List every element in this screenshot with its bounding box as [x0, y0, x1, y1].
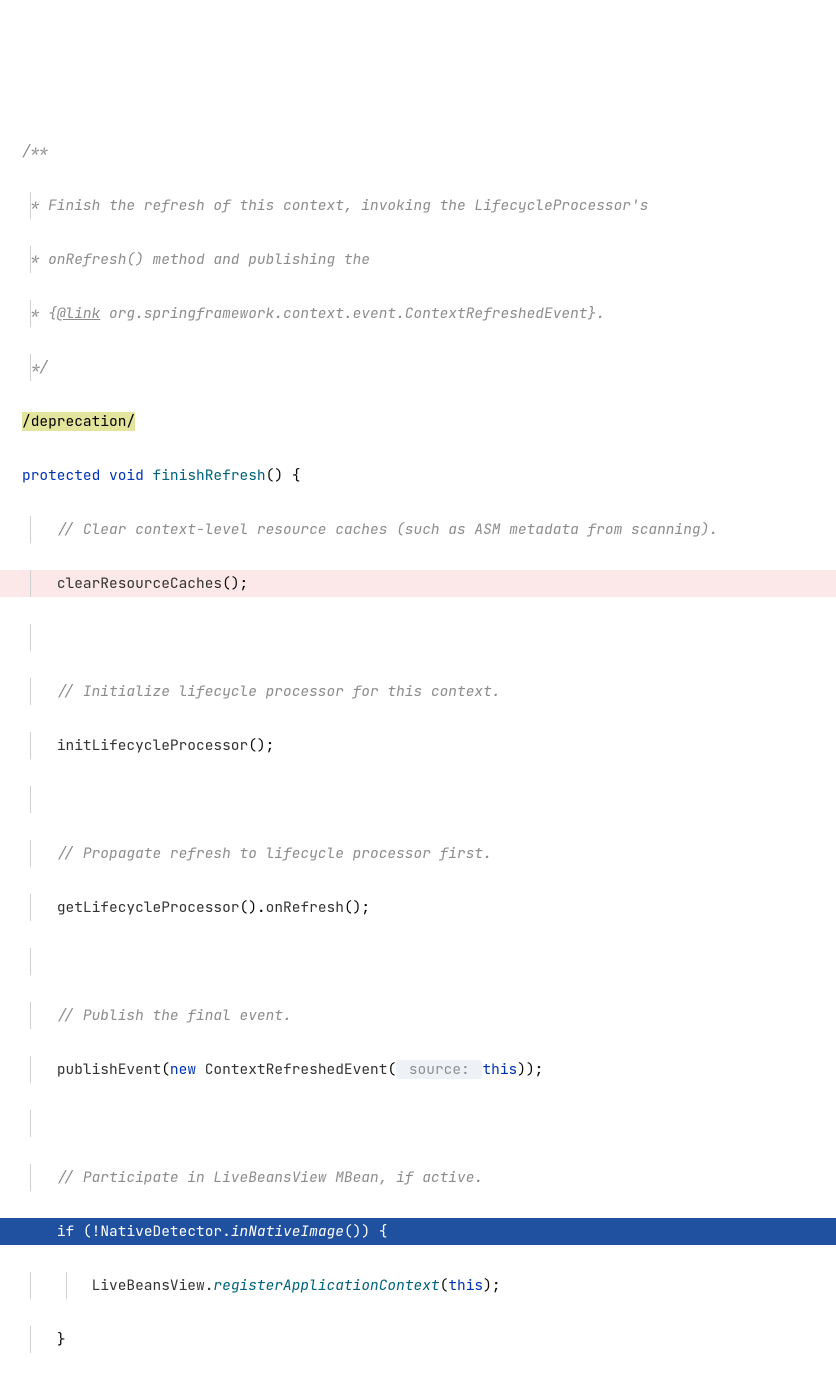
keyword-protected: protected	[22, 466, 100, 485]
doc-text: * Finish the refresh of this context, in…	[22, 196, 648, 215]
code-line: initLifecycleProcessor();	[0, 732, 836, 759]
static-method: registerApplicationContext	[213, 1276, 439, 1295]
doc-ref: org.springframework.context.event.Contex…	[100, 304, 587, 323]
static-method: inNativeImage	[231, 1222, 344, 1241]
param-hint: source:	[396, 1060, 482, 1079]
method-call: clearResourceCaches	[57, 574, 222, 593]
punct: (	[161, 1060, 170, 1079]
method-call: onRefresh	[266, 898, 344, 917]
punct: ));	[517, 1060, 543, 1079]
doc-text: }.	[588, 304, 605, 323]
blank-line	[0, 1110, 836, 1137]
punct: () {	[266, 466, 301, 485]
doc-text: * {	[22, 304, 57, 323]
brace-close: }	[57, 1330, 66, 1349]
blank-line	[0, 948, 836, 975]
comment: // Participate in LiveBeansView MBean, i…	[57, 1168, 483, 1187]
code-line-removed: clearResourceCaches();	[0, 570, 836, 597]
method-call: initLifecycleProcessor	[57, 736, 248, 755]
ref: LiveBeansView.	[92, 1276, 214, 1295]
code-line: */	[0, 354, 836, 381]
annotation-deprecation: /deprecation/	[22, 412, 135, 431]
code-line: }	[0, 1326, 836, 1353]
keyword-this: this	[482, 1060, 517, 1079]
code-line: getLifecycleProcessor().onRefresh();	[0, 894, 836, 921]
method-call: getLifecycleProcessor	[57, 898, 240, 917]
punct: ();	[222, 574, 248, 593]
code-viewer: /** * Finish the refresh of this context…	[0, 111, 836, 1374]
punct: ();	[248, 736, 274, 755]
punct: (	[440, 1276, 449, 1295]
keyword-void: void	[109, 466, 144, 485]
doc-close: */	[22, 358, 48, 377]
code-line: * Finish the refresh of this context, in…	[0, 192, 836, 219]
keyword-if: if	[57, 1222, 74, 1241]
doc-open: /**	[22, 142, 48, 161]
comment: // Propagate refresh to lifecycle proces…	[57, 844, 492, 863]
doc-tag-link[interactable]: @link	[57, 304, 101, 323]
code-line: // Publish the final event.	[0, 1002, 836, 1029]
code-line: // Initialize lifecycle processor for th…	[0, 678, 836, 705]
code-line: * {@link org.springframework.context.eve…	[0, 300, 836, 327]
punct: ().	[240, 898, 266, 917]
code-line: // Clear context-level resource caches (…	[0, 516, 836, 543]
blank-line	[0, 624, 836, 651]
comment: // Initialize lifecycle processor for th…	[57, 682, 501, 701]
punct: );	[483, 1276, 500, 1295]
type-name: ContextRefreshedEvent	[205, 1060, 388, 1079]
code-line: /**	[0, 138, 836, 165]
punct: ();	[344, 898, 370, 917]
code-line: // Propagate refresh to lifecycle proces…	[0, 840, 836, 867]
ref: (!NativeDetector.	[74, 1222, 231, 1241]
punct: (	[387, 1060, 396, 1079]
keyword-new: new	[170, 1060, 196, 1079]
comment: // Clear context-level resource caches (…	[57, 520, 718, 539]
keyword-this: this	[448, 1276, 483, 1295]
punct: ()) {	[344, 1222, 388, 1241]
comment: // Publish the final event.	[57, 1006, 292, 1025]
code-line: /deprecation/	[0, 408, 836, 435]
doc-text: * onRefresh() method and publishing the	[22, 250, 370, 269]
code-line: // Participate in LiveBeansView MBean, i…	[0, 1164, 836, 1191]
blank-line	[0, 786, 836, 813]
method-signature: protected void finishRefresh() {	[0, 462, 836, 489]
method-call: publishEvent	[57, 1060, 161, 1079]
code-line: publishEvent(new ContextRefreshedEvent( …	[0, 1056, 836, 1083]
method-name: finishRefresh	[153, 466, 266, 485]
code-line: LiveBeansView.registerApplicationContext…	[0, 1272, 836, 1299]
code-line-selected[interactable]: if (!NativeDetector.inNativeImage()) {	[0, 1218, 836, 1245]
code-line: * onRefresh() method and publishing the	[0, 246, 836, 273]
